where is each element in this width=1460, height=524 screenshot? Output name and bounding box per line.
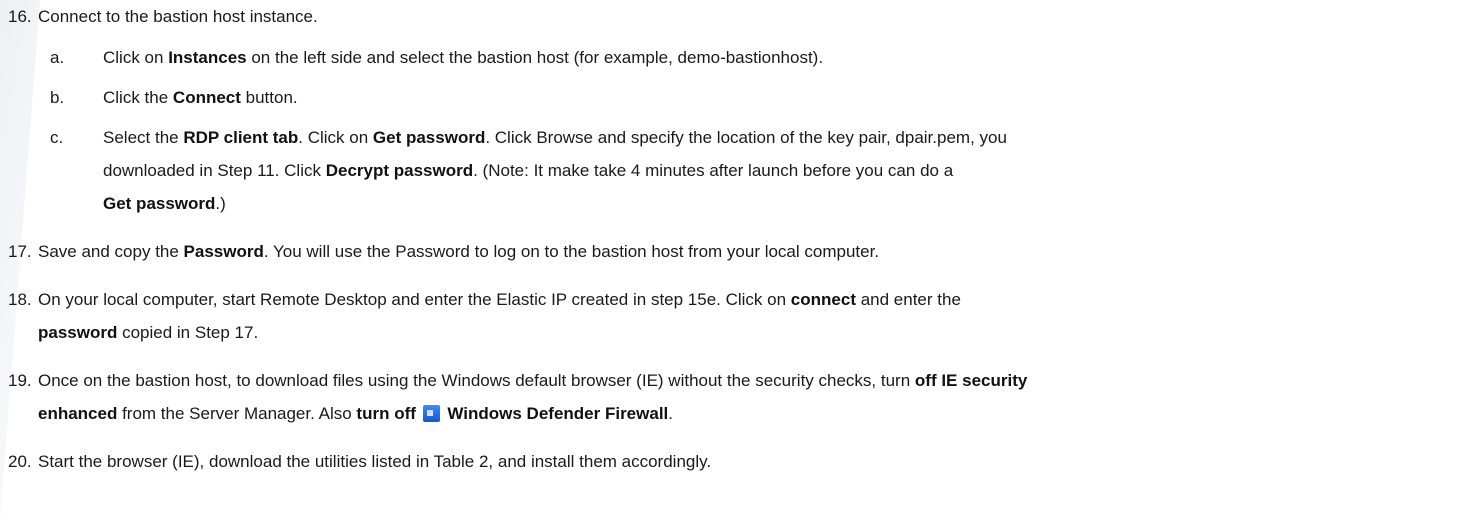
get-password-term: Get password bbox=[372, 128, 486, 147]
step-text-continued: password copied in Step 17. bbox=[38, 323, 259, 342]
substep-letter: b. bbox=[50, 88, 65, 107]
step-number: 16. bbox=[8, 7, 32, 26]
substep-text: Click on Instances on the left side and … bbox=[103, 48, 824, 67]
instructions-list: 16. Connect to the bastion host instance… bbox=[0, 0, 1460, 524]
rdp-client-tab-term: RDP client tab bbox=[183, 128, 299, 147]
windows-defender-firewall-icon bbox=[422, 405, 440, 422]
step-text-continued: enhanced from the Server Manager. Also t… bbox=[38, 404, 673, 423]
step-number: 19. bbox=[8, 371, 32, 390]
get-password-term: Get password bbox=[103, 194, 216, 213]
substep-text-continued: Get password.) bbox=[103, 194, 226, 213]
substep-letter: a. bbox=[50, 48, 65, 67]
off-ie-security-term: off IE security bbox=[914, 371, 1028, 390]
enhanced-term: enhanced bbox=[38, 404, 118, 423]
substep-letter: c. bbox=[50, 128, 64, 147]
password-term: Password bbox=[183, 242, 264, 261]
step-text: Start the browser (IE), download the uti… bbox=[38, 452, 712, 471]
step-text: Save and copy the Password. You will use… bbox=[38, 242, 880, 261]
substep-text: Select the RDP client tab. Click on Get … bbox=[103, 128, 1007, 147]
windows-defender-firewall-term: Windows Defender Firewall bbox=[447, 404, 669, 423]
step-number: 18. bbox=[8, 290, 32, 309]
decrypt-password-term: Decrypt password bbox=[325, 161, 474, 180]
step-text: Once on the bastion host, to download fi… bbox=[38, 371, 1028, 390]
password-term: password bbox=[38, 323, 118, 342]
substep-text: Click the Connect button. bbox=[103, 88, 298, 107]
turn-off-term: turn off bbox=[356, 404, 416, 423]
step-number: 20. bbox=[8, 452, 32, 471]
step-text: On your local computer, start Remote Des… bbox=[38, 290, 961, 309]
connect-term: connect bbox=[790, 290, 856, 309]
step-number: 17. bbox=[8, 242, 32, 261]
step-text: Connect to the bastion host instance. bbox=[38, 7, 318, 26]
substep-text-continued: downloaded in Step 11. Click Decrypt pas… bbox=[103, 161, 954, 180]
instances-term: Instances bbox=[168, 48, 247, 67]
connect-term: Connect bbox=[172, 88, 241, 107]
